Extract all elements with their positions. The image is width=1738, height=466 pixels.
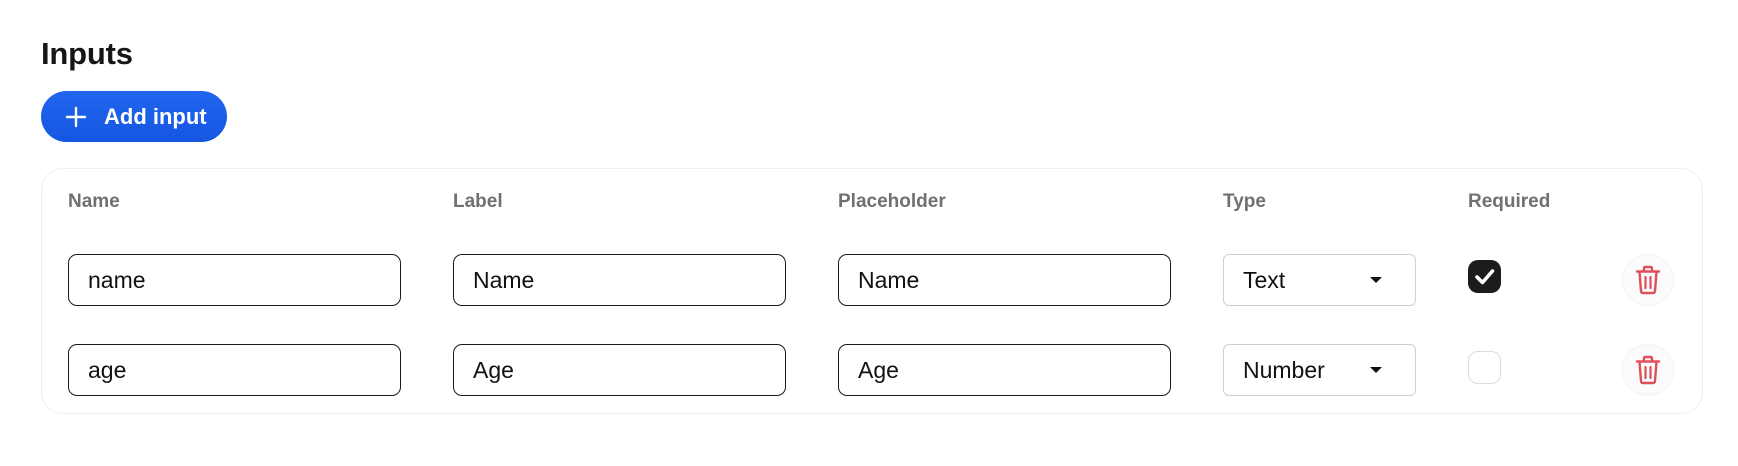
name-field[interactable] [68,254,401,306]
type-select-value: Number [1243,356,1325,383]
caret-down-icon [1370,367,1382,373]
inputs-table: Name Label Placeholder Type Required Tex… [41,168,1703,414]
column-header-label: Label [453,191,503,212]
column-header-placeholder: Placeholder [838,191,946,212]
add-input-button[interactable]: Add input [41,91,227,142]
caret-down-icon [1370,277,1382,283]
delete-row-button[interactable] [1622,254,1674,306]
column-header-type: Type [1223,191,1266,212]
column-header-required: Required [1468,191,1551,212]
inputs-editor: Inputs Add input Name Label Placeholder … [0,0,1738,466]
type-select[interactable]: Number [1223,344,1416,396]
required-checkbox[interactable] [1468,260,1501,293]
trash-icon [1635,265,1661,295]
type-select-value: Text [1243,266,1286,293]
placeholder-field[interactable] [838,344,1171,396]
column-header-name: Name [68,191,120,212]
plus-icon [65,106,87,127]
add-input-label: Add input [104,103,207,129]
delete-row-button[interactable] [1622,344,1674,396]
placeholder-field[interactable] [838,254,1171,306]
required-checkbox[interactable] [1468,351,1501,384]
check-icon [1475,269,1495,285]
label-field[interactable] [453,254,786,306]
trash-icon [1635,355,1661,385]
label-field[interactable] [453,344,786,396]
section-title: Inputs [41,36,133,71]
name-field[interactable] [68,344,401,396]
type-select[interactable]: Text [1223,254,1416,306]
